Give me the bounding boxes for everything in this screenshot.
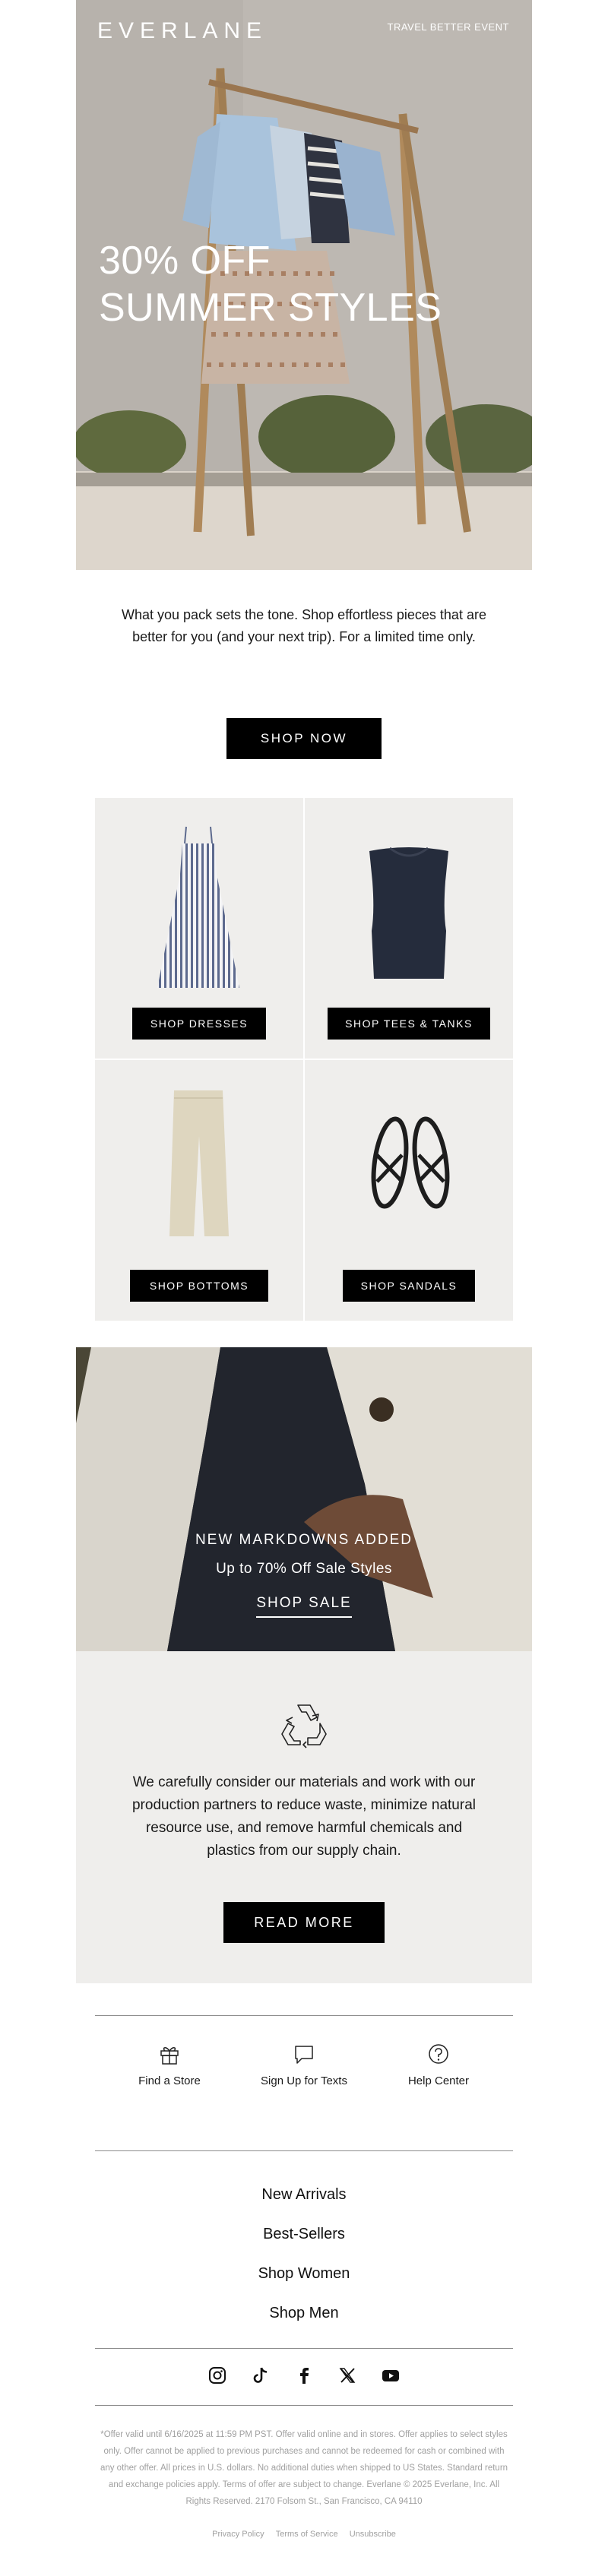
sustainability-section: We carefully consider our materials and … bbox=[76, 1651, 532, 1983]
markdown-banner[interactable]: NEW MARKDOWNS ADDED Up to 70% Off Sale S… bbox=[76, 1347, 532, 1651]
sustainability-text: We carefully consider our materials and … bbox=[131, 1774, 476, 1859]
help-center-label[interactable]: Help Center bbox=[378, 2074, 499, 2087]
instagram-icon[interactable] bbox=[207, 2366, 227, 2385]
unsubscribe-link[interactable]: Unsubscribe bbox=[350, 2530, 396, 2539]
gift-icon bbox=[160, 2047, 179, 2065]
shop-sandals-button[interactable]: SHOP SANDALS bbox=[343, 1270, 475, 1302]
shop-now-button[interactable]: SHOP NOW bbox=[226, 718, 382, 759]
read-more-button[interactable]: READ MORE bbox=[223, 1902, 385, 1943]
facebook-icon[interactable] bbox=[294, 2366, 314, 2385]
shop-sale-label[interactable]: SHOP SALE bbox=[256, 1595, 352, 1618]
divider bbox=[95, 2150, 513, 2151]
sign-up-texts-label[interactable]: Sign Up for Texts bbox=[243, 2074, 365, 2087]
product-grid: SHOP DRESSES SHOP TEES & TANKS SHOP BOTT… bbox=[95, 798, 513, 1321]
find-a-store-link[interactable]: Find a Store bbox=[109, 2043, 230, 2087]
help-center-link[interactable]: Help Center bbox=[378, 2043, 499, 2087]
shop-tees-tanks-button[interactable]: SHOP TEES & TANKS bbox=[328, 1008, 490, 1040]
shop-bottoms-button[interactable]: SHOP BOTTOMS bbox=[130, 1270, 268, 1302]
find-a-store-label[interactable]: Find a Store bbox=[109, 2074, 230, 2087]
divider bbox=[95, 2015, 513, 2016]
nav-shop-women[interactable]: Shop Women bbox=[190, 2265, 418, 2283]
hero-headline: 30% OFF SUMMER STYLES bbox=[99, 237, 442, 331]
nav-shop-men[interactable]: Shop Men bbox=[190, 2305, 418, 2322]
headline-line-2: SUMMER STYLES bbox=[99, 286, 442, 330]
footer-links: Privacy Policy Terms of Service Unsubscr… bbox=[0, 2530, 608, 2539]
chat-icon bbox=[295, 2046, 313, 2064]
headline-line-1: 30% OFF bbox=[99, 239, 271, 283]
product-tile-bottoms[interactable]: SHOP BOTTOMS bbox=[95, 1060, 303, 1321]
event-label: TRAVEL BETTER EVENT bbox=[387, 21, 509, 33]
product-tile-sandals[interactable]: SHOP SANDALS bbox=[305, 1060, 513, 1321]
youtube-icon[interactable] bbox=[381, 2366, 401, 2385]
product-tile-dresses[interactable]: SHOP DRESSES bbox=[95, 798, 303, 1059]
help-icon bbox=[429, 2044, 448, 2064]
nav-best-sellers[interactable]: Best-Sellers bbox=[190, 2226, 418, 2243]
intro-text: What you pack sets the tone. Shop effort… bbox=[122, 607, 486, 644]
divider bbox=[95, 2348, 513, 2349]
markdown-subtitle: Up to 70% Off Sale Styles bbox=[216, 1561, 392, 1577]
shop-dresses-button[interactable]: SHOP DRESSES bbox=[132, 1008, 266, 1040]
divider bbox=[95, 2405, 513, 2406]
terms-of-service-link[interactable]: Terms of Service bbox=[276, 2530, 338, 2539]
product-tile-tees[interactable]: SHOP TEES & TANKS bbox=[305, 798, 513, 1059]
x-icon[interactable] bbox=[337, 2366, 357, 2385]
brand-logo[interactable]: EVERLANE bbox=[97, 18, 268, 44]
hero-banner[interactable]: EVERLANE TRAVEL BETTER EVENT 30% OFF SUM… bbox=[76, 0, 532, 570]
sign-up-texts-link[interactable]: Sign Up for Texts bbox=[243, 2043, 365, 2087]
shop-sale-link[interactable]: SHOP SALE bbox=[76, 1595, 532, 1618]
recycle-icon bbox=[281, 1704, 327, 1748]
legal-disclaimer: *Offer valid until 6/16/2025 at 11:59 PM… bbox=[100, 2430, 508, 2506]
tiktok-icon[interactable] bbox=[251, 2366, 271, 2385]
privacy-policy-link[interactable]: Privacy Policy bbox=[212, 2530, 264, 2539]
nav-new-arrivals[interactable]: New Arrivals bbox=[190, 2186, 418, 2204]
markdown-title: NEW MARKDOWNS ADDED bbox=[195, 1532, 413, 1548]
email-page: EVERLANE TRAVEL BETTER EVENT 30% OFF SUM… bbox=[0, 0, 608, 2576]
